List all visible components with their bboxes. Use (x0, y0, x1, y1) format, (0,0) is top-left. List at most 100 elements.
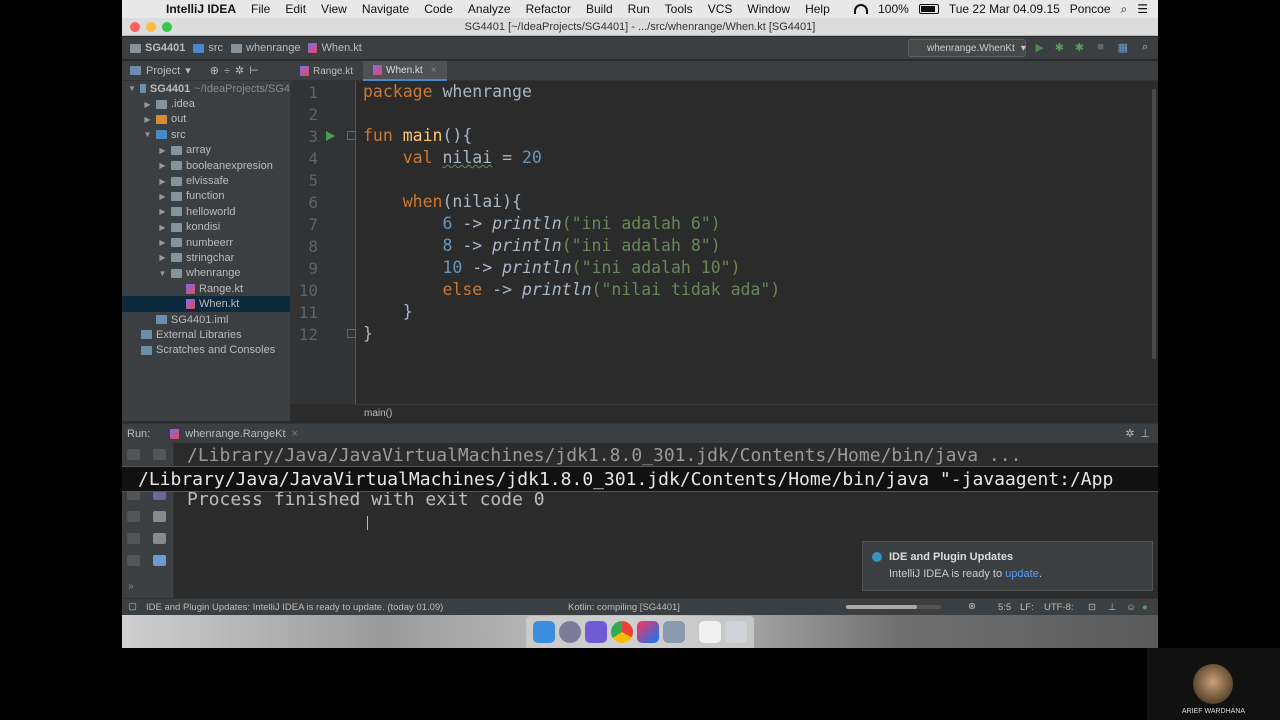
menu-run[interactable]: Run (628, 2, 650, 16)
minimize-window-button[interactable] (146, 22, 156, 32)
chevron-down-icon[interactable]: ▼ (128, 84, 136, 93)
menu-edit[interactable]: Edit (285, 2, 306, 16)
chevron-right-icon[interactable]: ▶ (158, 192, 167, 201)
status-message[interactable]: IDE and Plugin Updates: IntelliJ IDEA is… (146, 602, 443, 613)
tree-item[interactable]: ▶ .idea (122, 96, 290, 111)
launchpad-icon[interactable] (559, 621, 581, 643)
menubar-user[interactable]: Poncoe (1070, 2, 1111, 16)
run-configuration-select[interactable]: whenrange.WhenKt ▾ (908, 39, 1026, 57)
trash-icon[interactable] (153, 555, 166, 566)
chevron-right-icon[interactable]: ▶ (158, 223, 167, 232)
documents-icon[interactable] (699, 621, 721, 643)
tree-item[interactable]: ▶ out (122, 112, 290, 127)
chevron-right-icon[interactable]: ▶ (158, 161, 167, 170)
chevron-down-icon[interactable]: ▾ (185, 64, 191, 77)
lock-icon[interactable]: ⊡ (1088, 602, 1096, 613)
menu-view[interactable]: View (321, 2, 347, 16)
more-icon[interactable]: » (128, 581, 134, 592)
notification-center-icon[interactable]: ☰ (1137, 2, 1148, 16)
gear-icon[interactable]: ✲ (235, 64, 244, 77)
fold-marker-icon[interactable] (347, 131, 356, 140)
update-link[interactable]: update (1005, 568, 1039, 580)
trash-icon[interactable] (725, 621, 747, 643)
menu-tools[interactable]: Tools (665, 2, 693, 16)
scroll-up-icon[interactable] (153, 449, 166, 460)
intellij-icon[interactable] (637, 621, 659, 643)
menu-refactor[interactable]: Refactor (526, 2, 571, 16)
print-icon[interactable] (153, 533, 166, 544)
scrollbar-thumb[interactable] (1152, 89, 1156, 359)
chevron-right-icon[interactable]: ▶ (158, 146, 167, 155)
run-gutter-icon[interactable] (326, 131, 335, 141)
menu-navigate[interactable]: Navigate (362, 2, 409, 16)
close-tab-icon[interactable]: × (431, 65, 437, 76)
cancel-task-icon[interactable]: ⊗ (968, 601, 976, 612)
chevron-right-icon[interactable]: ▶ (143, 115, 152, 124)
menu-intellij[interactable]: IntelliJ IDEA (166, 2, 236, 16)
tree-item[interactable]: SG4401.iml (122, 312, 290, 327)
coverage-icon[interactable]: ✱ (1075, 41, 1084, 54)
gear-icon[interactable]: ✲ (1125, 427, 1134, 440)
pause-icon[interactable] (127, 511, 140, 522)
locate-icon[interactable]: ⊕ (210, 64, 219, 77)
event-log-icon[interactable]: ● (1142, 602, 1148, 613)
tree-item[interactable]: When.kt (122, 296, 290, 312)
menu-code[interactable]: Code (424, 2, 453, 16)
restore-layout-icon[interactable] (127, 533, 140, 544)
chevron-down-icon[interactable]: ▼ (143, 130, 152, 139)
caret-position[interactable]: 5:5 (998, 602, 1011, 613)
search-everywhere-icon[interactable]: ⌕ (1142, 41, 1148, 54)
tree-item[interactable]: External Libraries (122, 327, 290, 342)
tree-item[interactable]: Range.kt (122, 281, 290, 296)
menubar-clock[interactable]: Tue 22 Mar 04.09.15 (949, 2, 1060, 16)
tree-item[interactable]: ▶ function (122, 189, 290, 204)
tree-item[interactable]: ▶ numbeerr (122, 235, 290, 250)
menu-help[interactable]: Help (805, 2, 830, 16)
tab-range-kt[interactable]: Range.kt (290, 61, 363, 81)
editor-breadcrumb[interactable]: main() (356, 404, 1158, 422)
nav-crumb-file[interactable]: When.kt (308, 42, 362, 54)
chevron-right-icon[interactable]: ▶ (158, 177, 167, 186)
menu-analyze[interactable]: Analyze (468, 2, 511, 16)
tree-item[interactable]: ▶ helloworld (122, 204, 290, 219)
tree-item[interactable]: ▶ kondisi (122, 220, 290, 235)
code-editor[interactable]: package whenrange fun main(){ val nilai … (356, 81, 1150, 404)
tree-item[interactable]: ▼ whenrange (122, 266, 290, 281)
tree-item[interactable]: ▼ src (122, 127, 290, 142)
zoom-window-button[interactable] (162, 22, 172, 32)
nav-crumb-package[interactable]: whenrange (231, 42, 300, 54)
finder-icon[interactable] (533, 621, 555, 643)
battery-icon[interactable] (918, 4, 939, 14)
update-notification[interactable]: IDE and Plugin Updates IntelliJ IDEA is … (862, 541, 1153, 591)
menu-vcs[interactable]: VCS (708, 2, 733, 16)
tree-item[interactable]: ▶ elvissafe (122, 173, 290, 188)
hide-icon[interactable]: ⊢ (249, 64, 259, 77)
editor-scrollbar[interactable] (1150, 81, 1158, 404)
chevron-right-icon[interactable]: ▶ (143, 100, 152, 109)
nav-crumb-src[interactable]: src (193, 42, 223, 54)
file-encoding[interactable]: UTF-8: (1044, 602, 1074, 613)
chevron-right-icon[interactable]: ▶ (158, 253, 167, 262)
stop-icon[interactable]: ■ (1097, 41, 1104, 53)
run-tab[interactable]: whenrange.RangeKt (185, 428, 285, 440)
menu-build[interactable]: Build (586, 2, 613, 16)
spotlight-icon[interactable]: ⌕ (1121, 2, 1128, 17)
status-task[interactable]: Kotlin: compiling [SG4401] (568, 602, 680, 613)
wifi-icon[interactable] (854, 4, 869, 14)
debug-icon[interactable]: ✱ (1055, 41, 1064, 54)
project-structure-icon[interactable]: ▦ (1118, 41, 1128, 54)
inspector-icon[interactable]: ☺ (1126, 602, 1136, 613)
hide-panel-icon[interactable]: ⊥ (1140, 427, 1150, 440)
status-panel-icon[interactable]: ▢ (128, 601, 137, 612)
scroll-to-end-icon[interactable] (153, 511, 166, 522)
preview-icon[interactable] (663, 621, 685, 643)
tab-when-kt[interactable]: When.kt × (363, 61, 447, 81)
tree-item[interactable]: ▶ booleanexpresion (122, 158, 290, 173)
line-separator[interactable]: LF: (1020, 602, 1034, 613)
collapse-icon[interactable]: ÷ (224, 65, 230, 77)
menu-window[interactable]: Window (747, 2, 790, 16)
layout-icon[interactable] (127, 555, 140, 566)
chevron-down-icon[interactable]: ▼ (158, 269, 167, 278)
nav-crumb-project[interactable]: SG4401 (130, 42, 185, 54)
teams-icon[interactable] (585, 621, 607, 643)
